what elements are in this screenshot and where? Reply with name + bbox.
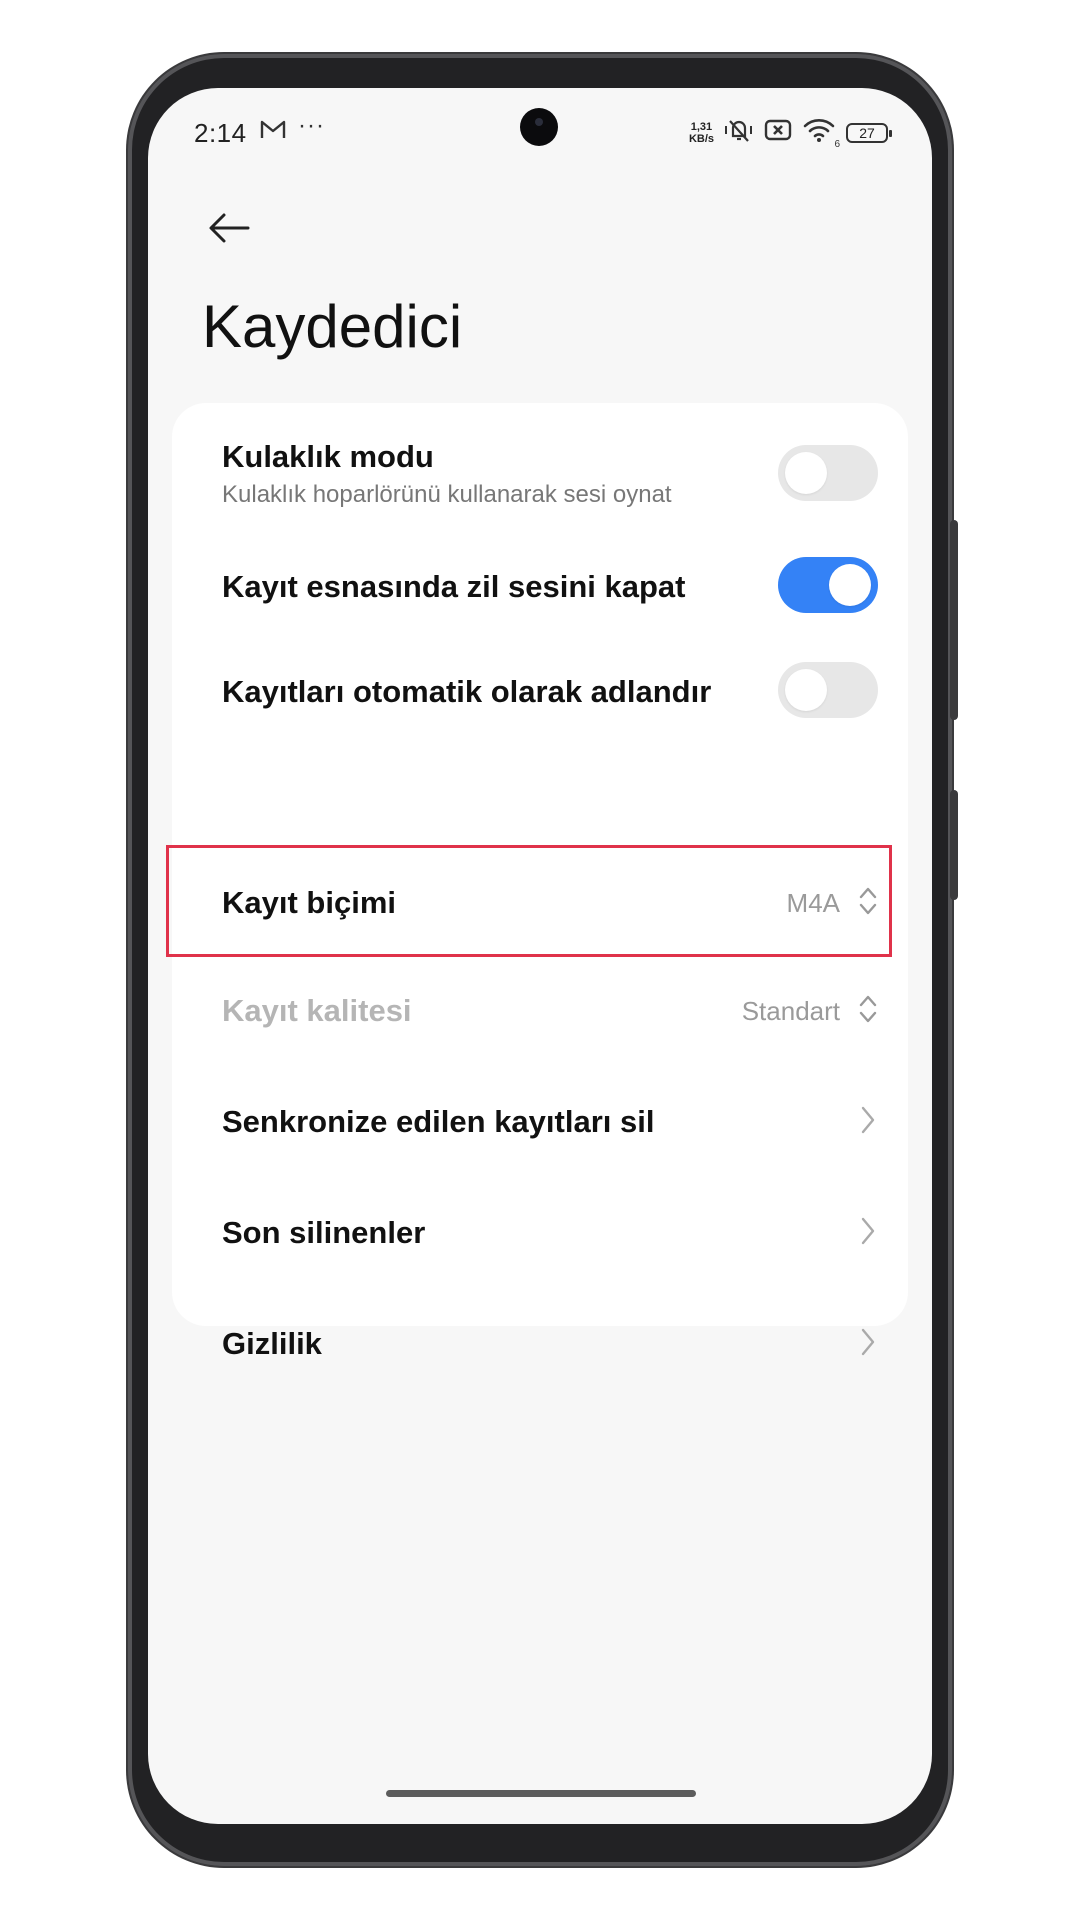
headphone-mode-toggle[interactable] [778,445,878,501]
battery-icon: 27 [846,122,892,143]
home-indicator[interactable] [386,1790,696,1797]
headphone-mode-subtitle: Kulaklık hoparlörünü kullanarak sesi oyn… [222,481,672,508]
toggle-knob [829,564,871,606]
recently-deleted-row[interactable]: Son silinenler [172,1181,908,1281]
delete-synced-row[interactable]: Senkronize edilen kayıtları sil [172,1070,908,1170]
headphone-mode-title: Kulaklık modu [222,439,434,474]
chevron-right-icon [861,1106,875,1134]
chevron-up-down-icon [859,995,877,1023]
network-speed-unit: KB/s [688,132,714,145]
chevron-right-icon [861,1217,875,1245]
settings-card: Kulaklık modu Kulaklık hoparlörünü kulla… [166,403,908,1361]
back-button[interactable] [202,200,258,256]
auto-name-toggle[interactable] [778,662,878,718]
auto-name-row[interactable]: Kayıtları otomatik olarak adlandır [172,638,908,738]
arrow-left-icon [209,213,250,243]
recording-quality-title: Kayıt kalitesi [222,993,412,1028]
toggle-knob [785,669,827,711]
mute-ringer-title: Kayıt esnasında zil sesini kapat [222,569,686,604]
recording-quality-value: Standart [741,996,840,1026]
network-speed-value: 1,31 [690,120,713,133]
more-notifications-icon: ··· [298,112,325,139]
wifi-icon: 6 [802,117,840,150]
volume-button [950,520,958,720]
recording-format-value: M4A [786,888,840,918]
battery-level: 27 [859,124,875,141]
mute-ringer-row[interactable]: Kayıt esnasında zil sesini kapat [172,533,908,633]
headphone-mode-row[interactable]: Kulaklık modu Kulaklık hoparlörünü kulla… [172,403,908,533]
chevron-up-down-icon [859,887,877,915]
delete-synced-title: Senkronize edilen kayıtları sil [222,1104,655,1139]
status-icons: 1,31 KB/s 6 27 [689,116,892,150]
wifi-standard: 6 [834,139,840,150]
power-button [950,790,958,900]
mute-ringer-toggle[interactable] [778,557,878,613]
status-bar: 2:14 ··· 1,31 KB/s 6 27 [148,88,932,168]
privacy-title: Gizlilik [222,1326,322,1361]
status-time: 2:14 [194,118,247,148]
page-title: Kaydedici [202,293,463,360]
no-sim-icon [764,118,792,147]
front-camera [520,108,558,146]
screen: 2:14 ··· 1,31 KB/s 6 27 Kaydedici Kulakl… [148,88,932,1824]
recording-format-row[interactable]: Kayıt biçimi M4A [172,848,908,954]
privacy-row[interactable]: Gizlilik [172,1292,908,1392]
recording-quality-row: Kayıt kalitesi Standart [172,958,908,1058]
vibrate-icon [724,116,754,149]
gmail-icon [260,118,286,145]
chevron-right-icon [861,1328,875,1356]
network-speed: 1,31 KB/s [689,121,714,145]
recording-format-title: Kayıt biçimi [222,885,396,920]
toggle-knob [785,452,827,494]
auto-name-title: Kayıtları otomatik olarak adlandır [222,674,712,709]
recently-deleted-title: Son silinenler [222,1215,426,1250]
